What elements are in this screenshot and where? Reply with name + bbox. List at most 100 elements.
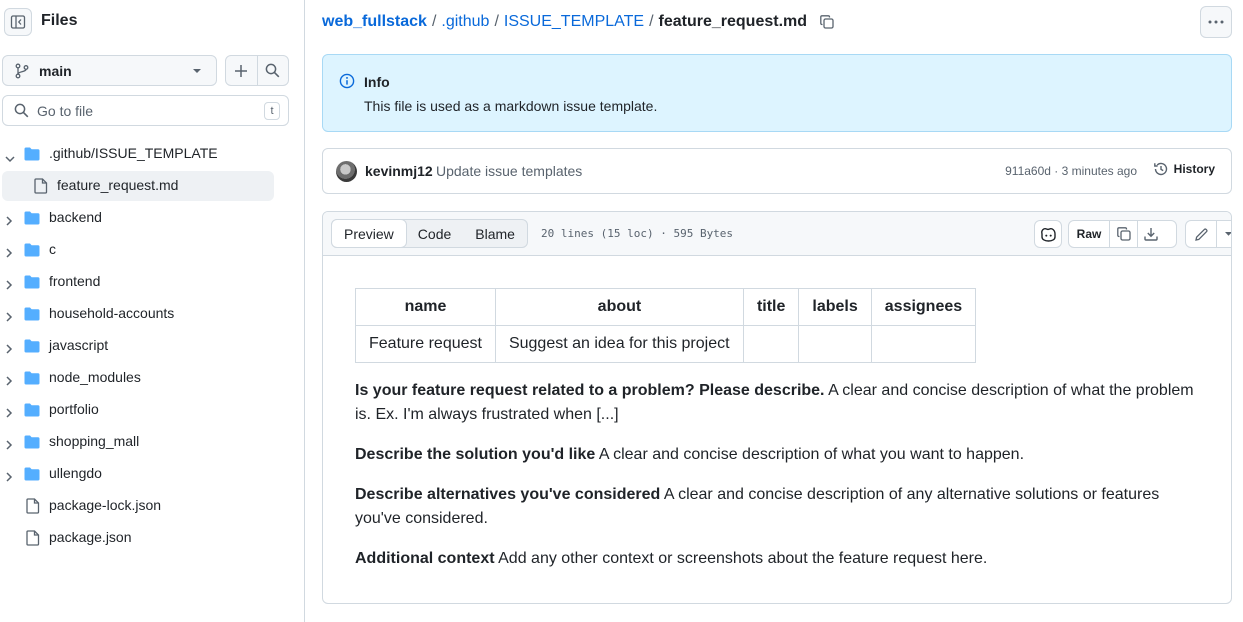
tree-folder-node-modules[interactable]: node_modules	[0, 363, 290, 393]
download-icon	[1144, 228, 1158, 241]
paragraph-heading: Describe alternatives you've considered	[355, 486, 661, 503]
tree-item-label: feature_request.md	[57, 177, 179, 193]
folder-icon	[24, 435, 40, 452]
chevron-right-icon[interactable]	[5, 373, 13, 389]
file-view: web_fullstack / .github / ISSUE_TEMPLATE…	[306, 0, 1243, 622]
breadcrumb-repo-link[interactable]: web_fullstack	[322, 13, 427, 31]
paragraph-solution: Describe the solution you'd like A clear…	[355, 443, 1205, 467]
tree-file-package-lock-json[interactable]: package-lock.json	[0, 491, 290, 521]
commit-message-link[interactable]: Update issue templates	[436, 163, 582, 179]
chevron-right-icon[interactable]	[5, 469, 13, 485]
breadcrumb: web_fullstack / .github / ISSUE_TEMPLATE…	[322, 13, 835, 31]
table-header-cell: labels	[798, 288, 872, 326]
tree-folder-household-accounts[interactable]: household-accounts	[0, 299, 290, 329]
markdown-preview: name about title labels assignees Featur…	[355, 288, 1205, 587]
paragraph-alternatives: Describe alternatives you've considered …	[355, 483, 1205, 531]
table-cell: Suggest an idea for this project	[494, 325, 744, 363]
breadcrumb-current-file: feature_request.md	[658, 13, 808, 30]
chevron-right-icon[interactable]	[5, 309, 13, 325]
tab-preview[interactable]: Preview	[331, 219, 407, 248]
file-icon	[34, 178, 48, 197]
table-cell	[798, 325, 872, 363]
raw-copy-download-group: Raw	[1068, 220, 1177, 248]
go-to-file-placeholder: Go to file	[37, 102, 94, 119]
copy-raw-button[interactable]	[1109, 221, 1137, 247]
tree-folder-backend[interactable]: backend	[0, 203, 290, 233]
edit-file-button[interactable]	[1186, 221, 1216, 247]
chevron-right-icon[interactable]	[5, 245, 13, 261]
tree-folder-shopping-mall[interactable]: shopping_mall	[0, 427, 290, 457]
paragraph-heading: Is your feature request related to a pro…	[355, 382, 825, 399]
breadcrumb-github-link[interactable]: .github	[441, 13, 489, 31]
tree-folder-portfolio[interactable]: portfolio	[0, 395, 290, 425]
folder-icon	[24, 243, 40, 260]
download-button[interactable]	[1137, 221, 1164, 247]
edit-options-dropdown[interactable]	[1216, 221, 1231, 247]
chevron-down-icon[interactable]	[5, 150, 15, 166]
commit-sha-and-time[interactable]: 911a60d · 3 minutes ago	[1005, 164, 1137, 178]
tree-folder-ullengdo[interactable]: ullengdo	[0, 459, 290, 489]
tree-actions	[225, 55, 289, 86]
copilot-button[interactable]	[1034, 220, 1062, 248]
folder-icon	[24, 371, 40, 388]
folder-icon	[24, 275, 40, 292]
tree-item-label: shopping_mall	[49, 433, 140, 449]
chevron-down-icon	[1225, 232, 1231, 236]
paragraph-text: A clear and concise description of what …	[595, 446, 1025, 463]
tree-item-label: package.json	[49, 529, 132, 545]
breadcrumb-separator: /	[649, 13, 654, 30]
paragraph-heading: Additional context	[355, 550, 495, 567]
table-cell: Feature request	[355, 325, 496, 363]
keyboard-shortcut-badge: t	[264, 102, 280, 120]
search-icon	[266, 63, 280, 78]
info-icon	[339, 73, 355, 89]
plus-icon	[235, 64, 248, 77]
tree-file-package-json[interactable]: package.json	[0, 523, 290, 553]
branch-selector-button[interactable]: main	[2, 55, 217, 86]
tree-item-label: ullengdo	[49, 465, 102, 481]
folder-icon	[24, 467, 40, 484]
tree-folder-github-issue-template[interactable]: .github/ISSUE_TEMPLATE	[0, 139, 290, 169]
table-row: Feature request Suggest an idea for this…	[355, 325, 977, 363]
kebab-horizontal-icon	[1208, 20, 1224, 24]
more-options-button[interactable]	[1200, 6, 1232, 38]
avatar[interactable]	[336, 161, 357, 182]
chevron-right-icon[interactable]	[5, 405, 13, 421]
raw-button[interactable]: Raw	[1069, 221, 1109, 247]
search-files-button[interactable]	[256, 56, 288, 85]
table-cell	[870, 325, 977, 363]
tree-folder-javascript[interactable]: javascript	[0, 331, 290, 361]
table-header-row: name about title labels assignees	[355, 288, 977, 326]
chevron-right-icon[interactable]	[5, 213, 13, 229]
chevron-right-icon[interactable]	[5, 437, 13, 453]
pencil-icon	[1194, 227, 1208, 241]
tree-file-feature-request-md[interactable]: feature_request.md	[2, 171, 274, 201]
copy-path-button[interactable]	[819, 14, 835, 30]
tree-item-label: javascript	[49, 337, 109, 353]
tree-folder-frontend[interactable]: frontend	[0, 267, 290, 297]
edit-group	[1185, 220, 1231, 248]
add-file-button[interactable]	[226, 56, 257, 85]
go-to-file-input[interactable]: Go to file t	[2, 95, 289, 126]
history-button[interactable]: History	[1153, 161, 1215, 177]
chevron-right-icon[interactable]	[5, 341, 13, 357]
tree-folder-c[interactable]: c	[0, 235, 290, 265]
table-header-cell: about	[494, 288, 744, 326]
file-icon	[26, 498, 40, 517]
folder-icon	[24, 211, 40, 228]
latest-commit-bar: kevinmj12 Update issue templates 911a60d…	[322, 148, 1232, 194]
info-message: This file is used as a markdown issue te…	[364, 98, 658, 114]
sidebar-collapse-icon	[10, 15, 26, 29]
tab-code[interactable]: Code	[406, 220, 463, 247]
sidebar-title: Files	[41, 12, 78, 29]
breadcrumb-issue-template-link[interactable]: ISSUE_TEMPLATE	[504, 13, 644, 31]
table-header-cell: title	[742, 288, 800, 326]
history-label: History	[1173, 162, 1215, 176]
folder-icon	[24, 403, 40, 420]
tab-blame[interactable]: Blame	[463, 220, 527, 247]
chevron-right-icon[interactable]	[5, 277, 13, 293]
tree-item-label: household-accounts	[49, 305, 175, 321]
info-banner: Info This file is used as a markdown iss…	[322, 54, 1232, 132]
commit-author-link[interactable]: kevinmj12	[365, 163, 433, 179]
collapse-sidebar-button[interactable]	[4, 8, 32, 36]
